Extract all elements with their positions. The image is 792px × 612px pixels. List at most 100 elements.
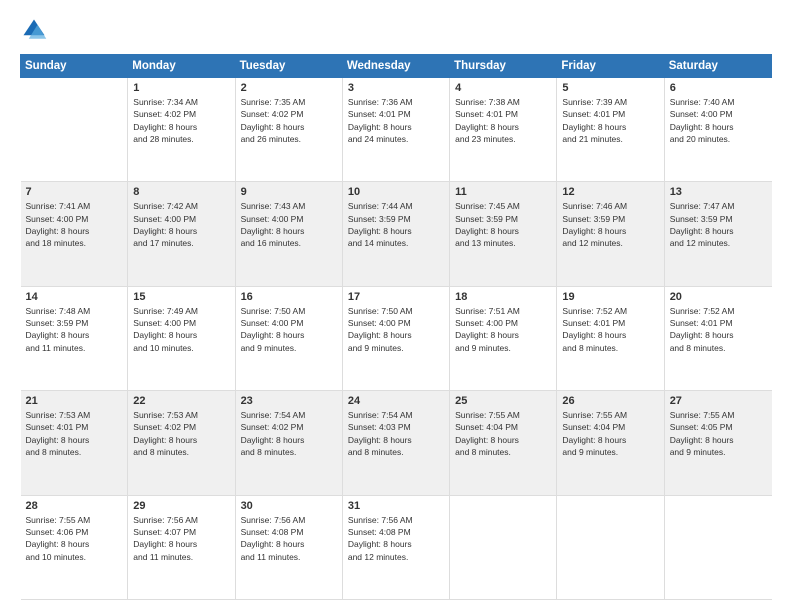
day-number: 24 bbox=[348, 395, 445, 407]
week-row: 28 Sunrise: 7:55 AM Sunset: 4:06 PM Dayli… bbox=[21, 495, 772, 599]
day-cell: 11 Sunrise: 7:45 AM Sunset: 3:59 PM Dayli… bbox=[450, 182, 557, 286]
day-info: Sunrise: 7:55 AM Sunset: 4:05 PM Dayligh… bbox=[670, 409, 768, 458]
day-info: Sunrise: 7:56 AM Sunset: 4:08 PM Dayligh… bbox=[348, 514, 445, 563]
day-number: 19 bbox=[562, 291, 659, 303]
day-info: Sunrise: 7:41 AM Sunset: 4:00 PM Dayligh… bbox=[26, 200, 124, 249]
day-cell bbox=[450, 495, 557, 599]
header-row: SundayMondayTuesdayWednesdayThursdayFrid… bbox=[21, 55, 772, 78]
day-info: Sunrise: 7:46 AM Sunset: 3:59 PM Dayligh… bbox=[562, 200, 659, 249]
day-number: 17 bbox=[348, 291, 445, 303]
day-cell: 21 Sunrise: 7:53 AM Sunset: 4:01 PM Dayli… bbox=[21, 391, 128, 495]
day-info: Sunrise: 7:53 AM Sunset: 4:02 PM Dayligh… bbox=[133, 409, 230, 458]
day-number: 11 bbox=[455, 186, 552, 198]
day-info: Sunrise: 7:56 AM Sunset: 4:07 PM Dayligh… bbox=[133, 514, 230, 563]
header-day: Tuesday bbox=[235, 55, 342, 78]
day-info: Sunrise: 7:47 AM Sunset: 3:59 PM Dayligh… bbox=[670, 200, 768, 249]
day-info: Sunrise: 7:52 AM Sunset: 4:01 PM Dayligh… bbox=[562, 305, 659, 354]
day-number: 26 bbox=[562, 395, 659, 407]
day-info: Sunrise: 7:39 AM Sunset: 4:01 PM Dayligh… bbox=[562, 96, 659, 145]
day-number: 4 bbox=[455, 82, 552, 94]
day-cell: 3Sunrise: 7:36 AM Sunset: 4:01 PM Daylig… bbox=[342, 78, 449, 182]
day-number: 2 bbox=[241, 82, 338, 94]
day-cell: 22 Sunrise: 7:53 AM Sunset: 4:02 PM Dayli… bbox=[128, 391, 235, 495]
day-info: Sunrise: 7:55 AM Sunset: 4:04 PM Dayligh… bbox=[455, 409, 552, 458]
page: SundayMondayTuesdayWednesdayThursdayFrid… bbox=[0, 0, 792, 612]
week-row: 21 Sunrise: 7:53 AM Sunset: 4:01 PM Dayli… bbox=[21, 391, 772, 495]
day-number: 8 bbox=[133, 186, 230, 198]
day-cell: 13 Sunrise: 7:47 AM Sunset: 3:59 PM Dayli… bbox=[664, 182, 771, 286]
header-day: Wednesday bbox=[342, 55, 449, 78]
day-info: Sunrise: 7:50 AM Sunset: 4:00 PM Dayligh… bbox=[241, 305, 338, 354]
day-cell bbox=[557, 495, 664, 599]
day-cell: 1 Sunrise: 7:34 AM Sunset: 4:02 PM Daylig… bbox=[128, 78, 235, 182]
day-cell: 29 Sunrise: 7:56 AM Sunset: 4:07 PM Dayli… bbox=[128, 495, 235, 599]
day-number: 7 bbox=[26, 186, 124, 198]
day-number: 12 bbox=[562, 186, 659, 198]
logo-icon bbox=[20, 16, 48, 44]
day-number: 16 bbox=[241, 291, 338, 303]
day-cell: 26 Sunrise: 7:55 AM Sunset: 4:04 PM Dayli… bbox=[557, 391, 664, 495]
logo bbox=[20, 16, 52, 44]
day-cell: 6 Sunrise: 7:40 AM Sunset: 4:00 PM Daylig… bbox=[664, 78, 771, 182]
day-info: Sunrise: 7:34 AM Sunset: 4:02 PM Dayligh… bbox=[133, 96, 230, 145]
day-info: Sunrise: 7:56 AM Sunset: 4:08 PM Dayligh… bbox=[241, 514, 338, 563]
day-number: 9 bbox=[241, 186, 338, 198]
day-cell: 19 Sunrise: 7:52 AM Sunset: 4:01 PM Dayli… bbox=[557, 286, 664, 390]
day-cell: 16 Sunrise: 7:50 AM Sunset: 4:00 PM Dayli… bbox=[235, 286, 342, 390]
day-cell: 17 Sunrise: 7:50 AM Sunset: 4:00 PM Dayli… bbox=[342, 286, 449, 390]
day-cell: 28 Sunrise: 7:55 AM Sunset: 4:06 PM Dayli… bbox=[21, 495, 128, 599]
day-info: Sunrise: 7:50 AM Sunset: 4:00 PM Dayligh… bbox=[348, 305, 445, 354]
day-number: 13 bbox=[670, 186, 768, 198]
day-info: Sunrise: 7:54 AM Sunset: 4:02 PM Dayligh… bbox=[241, 409, 338, 458]
day-number: 29 bbox=[133, 500, 230, 512]
day-number: 15 bbox=[133, 291, 230, 303]
header-day: Monday bbox=[128, 55, 235, 78]
day-number: 18 bbox=[455, 291, 552, 303]
day-number: 20 bbox=[670, 291, 768, 303]
header-day: Friday bbox=[557, 55, 664, 78]
week-row: 1 Sunrise: 7:34 AM Sunset: 4:02 PM Daylig… bbox=[21, 78, 772, 182]
day-cell: 12 Sunrise: 7:46 AM Sunset: 3:59 PM Dayli… bbox=[557, 182, 664, 286]
day-info: Sunrise: 7:49 AM Sunset: 4:00 PM Dayligh… bbox=[133, 305, 230, 354]
day-number: 31 bbox=[348, 500, 445, 512]
day-cell: 30Sunrise: 7:56 AM Sunset: 4:08 PM Dayli… bbox=[235, 495, 342, 599]
day-number: 5 bbox=[562, 82, 659, 94]
day-number: 3 bbox=[348, 82, 445, 94]
header bbox=[20, 16, 772, 44]
day-cell: 23 Sunrise: 7:54 AM Sunset: 4:02 PM Dayli… bbox=[235, 391, 342, 495]
day-cell: 2Sunrise: 7:35 AM Sunset: 4:02 PM Daylig… bbox=[235, 78, 342, 182]
day-cell: 8 Sunrise: 7:42 AM Sunset: 4:00 PM Daylig… bbox=[128, 182, 235, 286]
day-number: 1 bbox=[133, 82, 230, 94]
day-cell: 9Sunrise: 7:43 AM Sunset: 4:00 PM Daylig… bbox=[235, 182, 342, 286]
day-info: Sunrise: 7:42 AM Sunset: 4:00 PM Dayligh… bbox=[133, 200, 230, 249]
day-cell: 4 Sunrise: 7:38 AM Sunset: 4:01 PM Daylig… bbox=[450, 78, 557, 182]
day-cell: 15 Sunrise: 7:49 AM Sunset: 4:00 PM Dayli… bbox=[128, 286, 235, 390]
day-info: Sunrise: 7:54 AM Sunset: 4:03 PM Dayligh… bbox=[348, 409, 445, 458]
header-day: Saturday bbox=[664, 55, 771, 78]
day-cell bbox=[21, 78, 128, 182]
day-info: Sunrise: 7:52 AM Sunset: 4:01 PM Dayligh… bbox=[670, 305, 768, 354]
day-cell: 5 Sunrise: 7:39 AM Sunset: 4:01 PM Daylig… bbox=[557, 78, 664, 182]
day-cell: 14Sunrise: 7:48 AM Sunset: 3:59 PM Dayli… bbox=[21, 286, 128, 390]
day-number: 28 bbox=[26, 500, 124, 512]
header-day: Thursday bbox=[450, 55, 557, 78]
day-number: 23 bbox=[241, 395, 338, 407]
day-cell: 27Sunrise: 7:55 AM Sunset: 4:05 PM Dayli… bbox=[664, 391, 771, 495]
day-info: Sunrise: 7:38 AM Sunset: 4:01 PM Dayligh… bbox=[455, 96, 552, 145]
day-info: Sunrise: 7:55 AM Sunset: 4:06 PM Dayligh… bbox=[26, 514, 124, 563]
day-info: Sunrise: 7:53 AM Sunset: 4:01 PM Dayligh… bbox=[26, 409, 124, 458]
day-info: Sunrise: 7:44 AM Sunset: 3:59 PM Dayligh… bbox=[348, 200, 445, 249]
day-number: 21 bbox=[26, 395, 124, 407]
day-info: Sunrise: 7:40 AM Sunset: 4:00 PM Dayligh… bbox=[670, 96, 768, 145]
day-number: 10 bbox=[348, 186, 445, 198]
day-cell: 10 Sunrise: 7:44 AM Sunset: 3:59 PM Dayli… bbox=[342, 182, 449, 286]
day-info: Sunrise: 7:55 AM Sunset: 4:04 PM Dayligh… bbox=[562, 409, 659, 458]
day-info: Sunrise: 7:45 AM Sunset: 3:59 PM Dayligh… bbox=[455, 200, 552, 249]
week-row: 7 Sunrise: 7:41 AM Sunset: 4:00 PM Daylig… bbox=[21, 182, 772, 286]
day-cell: 7 Sunrise: 7:41 AM Sunset: 4:00 PM Daylig… bbox=[21, 182, 128, 286]
week-row: 14Sunrise: 7:48 AM Sunset: 3:59 PM Dayli… bbox=[21, 286, 772, 390]
day-number: 22 bbox=[133, 395, 230, 407]
day-info: Sunrise: 7:48 AM Sunset: 3:59 PM Dayligh… bbox=[26, 305, 124, 354]
day-number: 6 bbox=[670, 82, 768, 94]
day-info: Sunrise: 7:51 AM Sunset: 4:00 PM Dayligh… bbox=[455, 305, 552, 354]
